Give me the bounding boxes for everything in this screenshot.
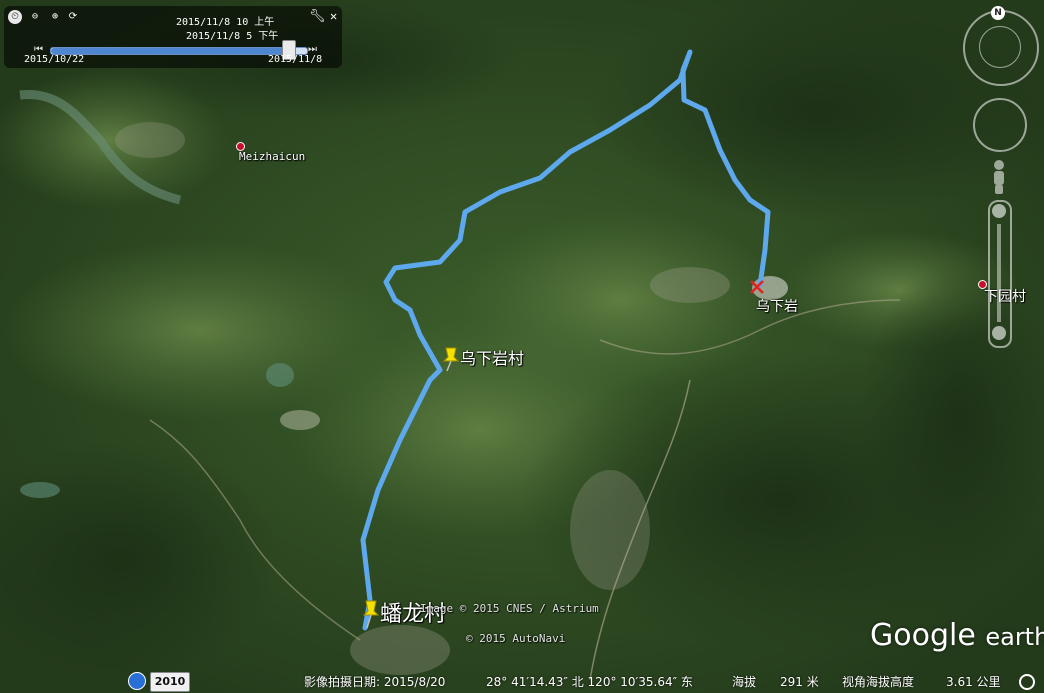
eye-altitude-value: 3.61 公里 (946, 675, 1001, 689)
place-label-wuxiayan[interactable]: 乌下岩 (756, 296, 798, 316)
zoom-in-time-icon[interactable]: ⊕ (48, 10, 62, 24)
wrench-icon[interactable]: 🔧︎ (309, 9, 326, 25)
clock-icon[interactable]: ⏲ (8, 10, 22, 24)
pushpin-icon[interactable] (440, 346, 462, 372)
look-joystick[interactable] (979, 26, 1021, 68)
street-view-pegman-icon[interactable] (990, 159, 1008, 195)
data-attribution: © 2015 AutoNavi (466, 632, 566, 645)
place-label-meizhaicun[interactable]: Meizhaicun (239, 150, 305, 163)
zoom-track[interactable] (997, 224, 1001, 322)
google-earth-logo: Google earth (870, 618, 1044, 653)
time-slider-fill (51, 48, 290, 54)
status-indicator-icon (1019, 674, 1035, 690)
close-icon[interactable]: ✕ (330, 9, 342, 23)
eye-altitude-label: 视角海拔高度 (842, 675, 915, 689)
pushpin-icon[interactable] (360, 599, 382, 629)
historical-imagery-icon[interactable] (128, 672, 146, 690)
zoom-in-icon[interactable] (992, 204, 1006, 218)
zoom-out-time-icon[interactable]: ⊖ (28, 10, 42, 24)
slider-current-time: 2015/11/8 5 下午 (186, 31, 279, 42)
logo-earth: earth (985, 623, 1044, 651)
zoom-out-icon[interactable] (992, 326, 1006, 340)
slider-end-date: 2015/11/8 (268, 54, 323, 65)
elevation-label: 海拔 (732, 675, 757, 689)
north-indicator[interactable]: N (991, 6, 1005, 20)
place-label-wuxiayan-cun[interactable]: 乌下岩村 (460, 345, 524, 369)
elevation-value: 291 米 (780, 675, 819, 689)
slider-start-date: 2015/10/22 (24, 54, 85, 65)
move-joystick[interactable] (973, 98, 1027, 152)
map-view[interactable]: 乌下岩村 乌下岩 蟠龙村 Meizhaicun 下园村 Image © 2015… (0, 0, 1044, 693)
year-button[interactable]: 2010 (150, 672, 190, 692)
zoom-slider[interactable] (988, 200, 1012, 348)
status-bar: 2010 影像拍摄日期: 2015/8/20 28° 41′14.43″ 北 1… (0, 669, 1044, 693)
animate-icon[interactable]: ⟳ (66, 10, 80, 24)
time-slider-panel: ⏲ ⊖ ⊕ ⟳ 2015/11/8 10 上午 2015/11/8 5 下午 ⏮… (4, 6, 342, 68)
navigation-controls: N (962, 4, 1042, 354)
imagery-attribution: Image © 2015 CNES / Astrium (420, 602, 599, 615)
imagery-date: 影像拍摄日期: 2015/8/20 (304, 675, 446, 689)
logo-google: Google (870, 618, 976, 653)
coordinates-readout: 28° 41′14.43″ 北 120° 10′35.64″ 东 (486, 675, 693, 689)
slider-top-time: 2015/11/8 10 上午 (176, 17, 275, 28)
